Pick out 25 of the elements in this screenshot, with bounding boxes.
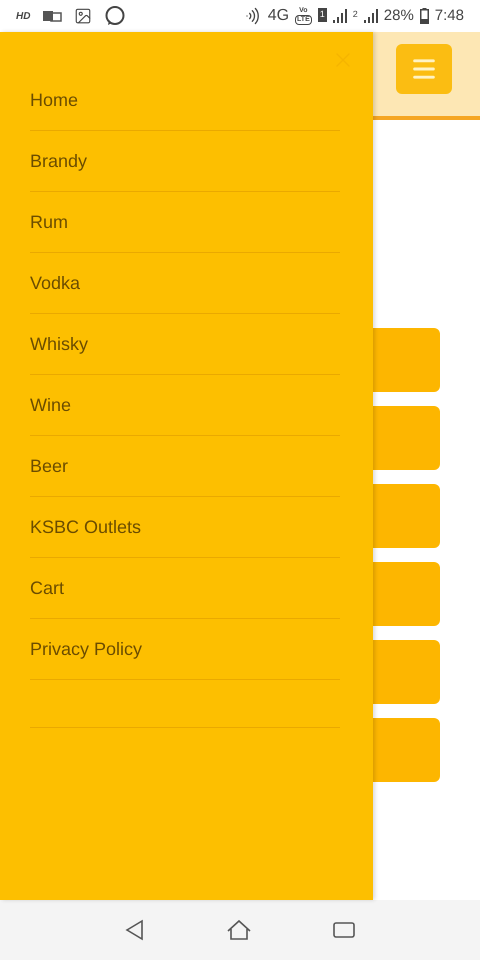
sim-label: 2	[352, 8, 358, 21]
sim-label: 1	[318, 8, 327, 22]
time-label: 7:48	[434, 6, 464, 26]
battery-icon	[420, 8, 429, 24]
menu-item[interactable]: Cart	[30, 574, 64, 602]
menu-item[interactable]: Home	[30, 86, 78, 114]
menu-item[interactable]: Privacy Policy	[30, 636, 142, 662]
signal-icon	[364, 9, 378, 23]
image-icon	[74, 7, 92, 25]
menu-item[interactable]: Rum	[30, 208, 68, 236]
menu-item[interactable]: Wine	[30, 392, 72, 418]
hotspot-icon	[244, 7, 262, 25]
home-icon[interactable]	[226, 919, 252, 941]
battery-label: 28%	[384, 6, 414, 26]
menu-item[interactable]: Vodka	[30, 270, 80, 296]
chat-icon	[104, 5, 126, 27]
recents-icon[interactable]	[332, 920, 356, 940]
network-label: 4G	[268, 6, 290, 26]
menu-item[interactable]: Beer	[30, 452, 68, 480]
menu-item[interactable]: KSBC Outlets	[30, 514, 142, 540]
back-icon[interactable]	[124, 919, 146, 941]
signal-icon	[332, 9, 347, 23]
menu-item[interactable]: Whisky	[30, 330, 88, 358]
menu-item[interactable]: Brandy	[30, 148, 88, 174]
hd-label: HD	[16, 10, 30, 24]
